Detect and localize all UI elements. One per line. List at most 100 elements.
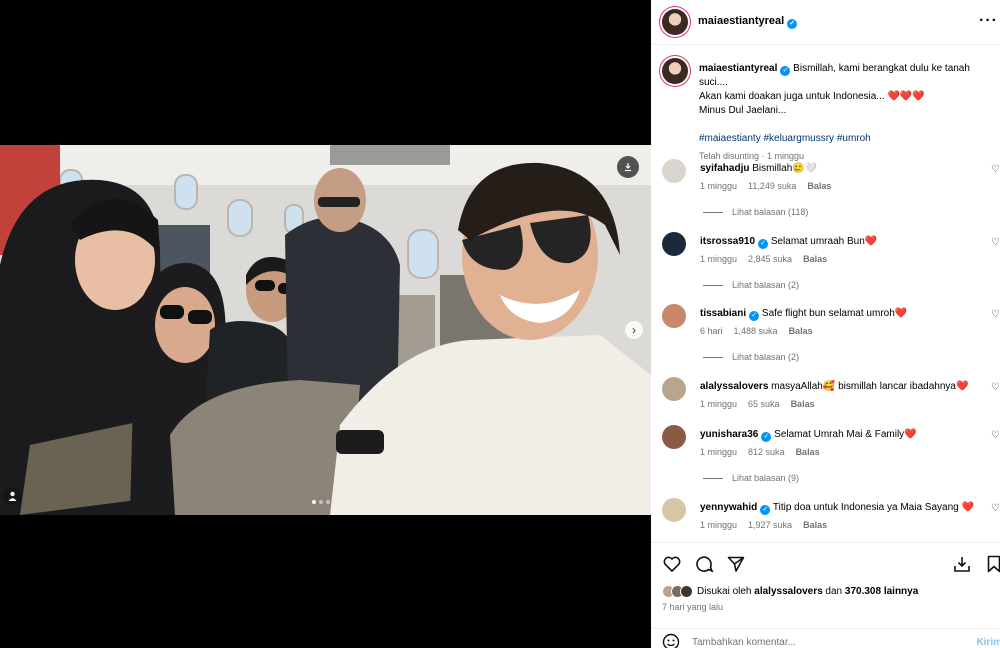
comment-input[interactable]: Tambahkan komentar... [692, 637, 796, 648]
post-comment-button[interactable]: Kirim [976, 637, 1000, 648]
view-replies-label: Lihat balasan (2) [732, 280, 800, 290]
heart-icon[interactable]: ♡ [991, 164, 1000, 175]
avatar[interactable] [662, 159, 686, 183]
comment-time: 6 hari [700, 326, 723, 336]
heart-icon[interactable]: ♡ [991, 382, 1000, 393]
heart-icon[interactable] [662, 554, 682, 574]
comment-body: masyaAllah🥰 bismillah lancar ibadahnya❤️ [771, 381, 969, 392]
reply-button[interactable]: Balas [803, 254, 827, 264]
more-horizontal-icon[interactable]: ··· [979, 12, 998, 30]
verified-icon: ✓ [758, 239, 769, 249]
comment-time: 1 minggu [700, 520, 738, 530]
media-pane: › [0, 0, 651, 648]
heart-icon[interactable]: ♡ [991, 237, 1000, 248]
likes-count[interactable]: 370.308 lainnya [845, 586, 918, 597]
comment-username[interactable]: alalyssalovers [700, 381, 768, 392]
comment-username[interactable]: tissabiani [700, 308, 746, 319]
view-replies-label: Lihat balasan (118) [732, 207, 809, 217]
comment-likes[interactable]: 11,249 suka [748, 181, 796, 191]
post-header: maiaestiantyreal ✓ ··· [651, 0, 1000, 45]
comment-username[interactable]: itsrossa910 [700, 236, 755, 247]
carousel-dot [312, 500, 316, 504]
avatar[interactable] [662, 425, 686, 449]
avatar[interactable] [662, 9, 688, 35]
avatar[interactable] [662, 304, 686, 328]
reply-button[interactable]: Balas [803, 520, 827, 530]
reply-button[interactable]: Balas [789, 326, 813, 336]
caption-avatar[interactable] [662, 58, 688, 84]
caption-edited-time: Telah disunting · 1 minggu [699, 151, 805, 161]
likes-user[interactable]: alalyssalovers [754, 586, 822, 597]
likes-middle: dan [822, 586, 845, 597]
post-timestamp: 7 hari yang lalu [662, 602, 724, 612]
verified-icon: ✓ [780, 66, 791, 76]
reply-button[interactable]: Balas [791, 399, 815, 409]
comment-username[interactable]: yennywahid [700, 502, 757, 513]
bookmark-icon[interactable] [984, 554, 1000, 574]
comment-likes[interactable]: 1,488 suka [734, 326, 778, 336]
post-photo[interactable] [0, 145, 651, 515]
carousel-dot [326, 500, 330, 504]
caption-line-2: Akan kami doakan juga untuk Indonesia...… [699, 91, 925, 102]
caption-hashtags[interactable]: #maiaestianty #keluargmussry #umroh [699, 132, 999, 146]
comment-likes[interactable]: 1,927 suka [748, 520, 792, 530]
comment-likes[interactable]: 65 suka [748, 399, 780, 409]
comment-text: yennywahid ✓ Titip doa untuk Indonesia ya… [700, 502, 974, 515]
heart-icon[interactable]: ♡ [991, 430, 1000, 441]
comment-likes[interactable]: 812 suka [748, 447, 785, 457]
comment-time: 1 minggu [700, 254, 738, 264]
comment-icon[interactable] [694, 554, 714, 574]
avatar[interactable] [662, 498, 686, 522]
avatar[interactable] [662, 377, 686, 401]
comment-text: alalyssalovers masyaAllah🥰 bismillah lan… [700, 381, 968, 392]
comment-meta: 6 hari 1,488 suka Balas [700, 326, 813, 336]
selfie-illustration [0, 145, 651, 515]
share-icon[interactable] [726, 554, 746, 574]
likes-prefix: Disukai oleh [697, 586, 755, 597]
caption-username[interactable]: maiaestiantyreal [699, 63, 777, 74]
comment-body: Titip doa untuk Indonesia ya Maia Sayang… [772, 502, 974, 513]
comment-meta: 1 minggu 2,845 suka Balas [700, 254, 827, 264]
verified-icon: ✓ [760, 505, 771, 515]
liker-avatar [680, 585, 693, 598]
reply-button[interactable]: Balas [796, 447, 820, 457]
view-replies-button[interactable]: Lihat balasan (118) [703, 207, 808, 217]
caption-body: maiaestiantyreal ✓ Bismillah, kami berang… [699, 62, 999, 163]
comment-meta: 1 minggu 65 suka Balas [700, 399, 815, 409]
view-replies-button[interactable]: Lihat balasan (9) [703, 473, 799, 483]
view-replies-label: Lihat balasan (2) [732, 352, 800, 362]
comment-time: 1 minggu [700, 447, 738, 457]
download-icon[interactable] [617, 156, 639, 178]
view-replies-label: Lihat balasan (9) [732, 473, 800, 483]
comment-username[interactable]: yunishara36 [700, 429, 758, 440]
comment-username[interactable]: syifahadju [700, 163, 749, 174]
user-tag-icon[interactable] [3, 487, 21, 505]
comment-text: yunishara36 ✓ Selamat Umrah Mai & Family❤… [700, 429, 917, 442]
likes-text: Disukai oleh alalyssalovers dan 370.308 … [697, 586, 918, 597]
post-side-panel: maiaestiantyreal ✓ ··· maiaestiantyreal ✓ … [651, 0, 1000, 648]
comment-time: 1 minggu [700, 181, 738, 191]
post-username[interactable]: maiaestiantyreal ✓ [698, 15, 798, 29]
comment-body: Selamat umraah Bun❤️ [770, 236, 878, 247]
add-to-collection-icon[interactable] [952, 554, 972, 574]
post-actions: Disukai oleh alalyssalovers dan 370.308 … [651, 542, 1000, 648]
emoji-icon[interactable] [662, 633, 680, 648]
carousel-indicator [312, 500, 330, 504]
view-replies-button[interactable]: Lihat balasan (2) [703, 352, 799, 362]
heart-icon[interactable]: ♡ [991, 309, 1000, 320]
comment-likes[interactable]: 2,845 suka [748, 254, 792, 264]
verified-icon: ✓ [749, 311, 760, 321]
reply-button[interactable]: Balas [807, 181, 831, 191]
comment-text: itsrossa910 ✓ Selamat umraah Bun❤️ [700, 236, 877, 249]
avatar[interactable] [662, 232, 686, 256]
view-replies-button[interactable]: Lihat balasan (2) [703, 280, 799, 290]
carousel-dot [319, 500, 323, 504]
verified-icon: ✓ [787, 19, 798, 29]
likes-summary[interactable]: Disukai oleh alalyssalovers dan 370.308 … [662, 585, 918, 598]
comment-time: 1 minggu [700, 399, 738, 409]
verified-icon: ✓ [761, 432, 772, 442]
heart-icon[interactable]: ♡ [991, 503, 1000, 514]
comment-body: Selamat Umrah Mai & Family❤️ [774, 429, 917, 440]
comments-scroll-area[interactable]: maiaestiantyreal ✓ Bismillah, kami berang… [651, 46, 1000, 542]
chevron-right-icon[interactable]: › [625, 321, 643, 339]
